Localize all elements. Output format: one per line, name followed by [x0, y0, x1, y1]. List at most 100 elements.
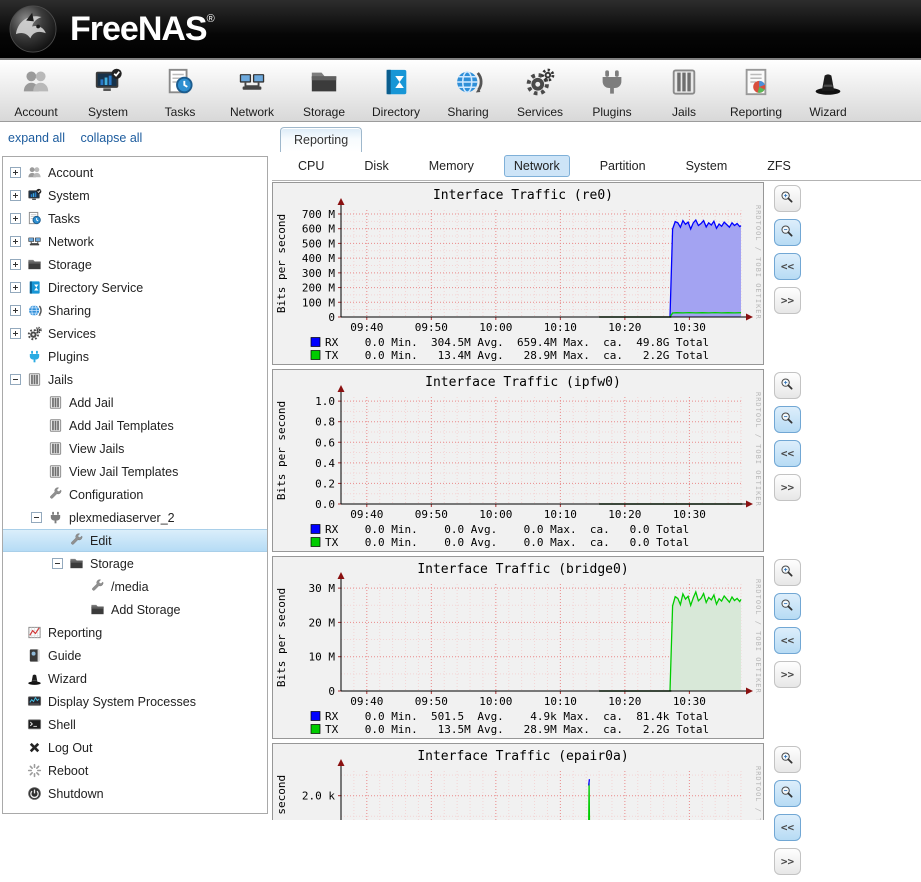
users-icon — [21, 67, 51, 102]
tree-item-sharing[interactable]: Sharing — [3, 299, 267, 322]
zoom-out-button-bridge0[interactable] — [774, 593, 801, 620]
tree-item-account[interactable]: Account — [3, 161, 267, 184]
toolbar-item-storage[interactable]: Storage — [288, 67, 360, 119]
zoom-out-button-ipfw0[interactable] — [774, 406, 801, 433]
step-back-button-re0[interactable]: << — [774, 253, 801, 280]
expander-plus-icon[interactable] — [10, 305, 21, 316]
expander-plus-icon[interactable] — [10, 328, 21, 339]
graph-panel-re0[interactable]: 09:4009:5010:0010:1010:2010:300100 M200 … — [272, 182, 764, 365]
tab-bar: Reporting — [272, 122, 921, 152]
zoom-out-button-re0[interactable] — [774, 219, 801, 246]
tree-item-reporting[interactable]: Reporting — [3, 621, 267, 644]
tree-item-services[interactable]: Services — [3, 322, 267, 345]
subtab-system[interactable]: System — [676, 155, 738, 177]
tree-item-plugins[interactable]: Plugins — [3, 345, 267, 368]
rrd-graph-epair0a[interactable]: 09:4009:5010:0010:1010:2010:302.0 kInter… — [273, 744, 763, 820]
rrd-graph-bridge0[interactable]: 09:4009:5010:0010:1010:2010:30010 M20 M3… — [273, 557, 763, 738]
tree-item-tasks[interactable]: Tasks — [3, 207, 267, 230]
graph-panel-bridge0[interactable]: 09:4009:5010:0010:1010:2010:30010 M20 M3… — [272, 556, 764, 739]
toolbar-item-network[interactable]: Network — [216, 67, 288, 119]
expander-plus-icon[interactable] — [10, 190, 21, 201]
logout-icon — [27, 740, 42, 755]
toolbar-item-services[interactable]: Services — [504, 67, 576, 119]
toolbar-item-directory[interactable]: Directory — [360, 67, 432, 119]
toolbar-item-system[interactable]: System — [72, 67, 144, 119]
zoom-out-icon — [780, 598, 795, 616]
tree-item-label: /media — [111, 580, 149, 594]
tree-item-configuration[interactable]: Configuration — [3, 483, 267, 506]
expand-all-link[interactable]: expand all — [8, 131, 65, 145]
svg-text:TX 0.0 Min. 0.0 Avg.: TX 0.0 Min. 0.0 Avg. 0.0 Max. ca. 0.0 To… — [325, 536, 689, 549]
tree-item-add-jail-templates[interactable]: Add Jail Templates — [3, 414, 267, 437]
toolbar-item-tasks[interactable]: Tasks — [144, 67, 216, 119]
tree-item-guide[interactable]: Guide — [3, 644, 267, 667]
expander-plus-icon[interactable] — [10, 282, 21, 293]
tree-item-network[interactable]: Network — [3, 230, 267, 253]
toolbar-item-wizard[interactable]: Wizard — [792, 67, 864, 119]
step-forward-button-re0[interactable]: >> — [774, 287, 801, 314]
tree-item-jails[interactable]: Jails — [3, 368, 267, 391]
zoom-in-button-bridge0[interactable] — [774, 559, 801, 586]
tree-item-storage[interactable]: Storage — [3, 253, 267, 276]
graph-panel-epair0a[interactable]: 09:4009:5010:0010:1010:2010:302.0 kInter… — [272, 743, 764, 820]
zoom-out-icon — [780, 411, 795, 429]
step-forward-button-bridge0[interactable]: >> — [774, 661, 801, 688]
expander-plus-icon[interactable] — [10, 259, 21, 270]
tree-item-edit[interactable]: Edit — [3, 529, 267, 552]
tree-item-log-out[interactable]: Log Out — [3, 736, 267, 759]
step-forward-button-ipfw0[interactable]: >> — [774, 474, 801, 501]
graph-panel-ipfw0[interactable]: 09:4009:5010:0010:1010:2010:300.00.20.40… — [272, 369, 764, 552]
wizard-icon — [813, 67, 843, 102]
toolbar-item-plugins[interactable]: Plugins — [576, 67, 648, 119]
expander-minus-icon[interactable] — [31, 512, 42, 523]
subtab-memory[interactable]: Memory — [419, 155, 484, 177]
tree-item-directory-service[interactable]: Directory Service — [3, 276, 267, 299]
step-back-button-ipfw0[interactable]: << — [774, 440, 801, 467]
services-icon — [27, 326, 42, 341]
tree-item-plexmediaserver-2[interactable]: plexmediaserver_2 — [3, 506, 267, 529]
rrd-graph-re0[interactable]: 09:4009:5010:0010:1010:2010:300100 M200 … — [273, 183, 763, 364]
tree-item-view-jails[interactable]: View Jails — [3, 437, 267, 460]
tree-item-shutdown[interactable]: Shutdown — [3, 782, 267, 805]
tree-item-label: Add Storage — [111, 603, 181, 617]
expander-minus-icon[interactable] — [52, 558, 63, 569]
tree-item-view-jail-templates[interactable]: View Jail Templates — [3, 460, 267, 483]
zoom-in-button-epair0a[interactable] — [774, 746, 801, 773]
toolbar-item-sharing[interactable]: Sharing — [432, 67, 504, 119]
subtab-cpu[interactable]: CPU — [288, 155, 334, 177]
expander-plus-icon[interactable] — [10, 213, 21, 224]
zoom-out-button-epair0a[interactable] — [774, 780, 801, 807]
tree-item-system[interactable]: System — [3, 184, 267, 207]
tree-item-label: Storage — [90, 557, 134, 571]
tree-item-storage[interactable]: Storage — [3, 552, 267, 575]
tree-item-reboot[interactable]: Reboot — [3, 759, 267, 782]
tree-item-add-jail[interactable]: Add Jail — [3, 391, 267, 414]
toolbar-item-account[interactable]: Account — [0, 67, 72, 119]
collapse-all-link[interactable]: collapse all — [80, 131, 142, 145]
tree-item-shell[interactable]: Shell — [3, 713, 267, 736]
expander-minus-icon[interactable] — [10, 374, 21, 385]
shutdown-icon — [27, 786, 42, 801]
subtab-zfs[interactable]: ZFS — [757, 155, 801, 177]
step-back-button-epair0a[interactable]: << — [774, 814, 801, 841]
step-forward-button-epair0a[interactable]: >> — [774, 848, 801, 875]
expander-plus-icon[interactable] — [10, 167, 21, 178]
step-back-button-bridge0[interactable]: << — [774, 627, 801, 654]
rrd-graph-ipfw0[interactable]: 09:4009:5010:0010:1010:2010:300.00.20.40… — [273, 370, 763, 551]
svg-text:700 M: 700 M — [302, 208, 335, 221]
toolbar-item-reporting[interactable]: Reporting — [720, 67, 792, 119]
subtab-network[interactable]: Network — [504, 155, 570, 177]
zoom-in-button-ipfw0[interactable] — [774, 372, 801, 399]
storage-icon — [309, 67, 339, 102]
zoom-in-button-re0[interactable] — [774, 185, 801, 212]
expander-plus-icon[interactable] — [10, 236, 21, 247]
tree-item-display-system-processes[interactable]: Display System Processes — [3, 690, 267, 713]
tab-reporting[interactable]: Reporting — [280, 127, 362, 152]
tree-item-wizard[interactable]: Wizard — [3, 667, 267, 690]
subtab-disk[interactable]: Disk — [354, 155, 398, 177]
subtab-partition[interactable]: Partition — [590, 155, 656, 177]
tree-item-add-storage[interactable]: Add Storage — [3, 598, 267, 621]
tree-item-media[interactable]: /media — [3, 575, 267, 598]
directory-icon — [27, 280, 42, 295]
toolbar-item-jails[interactable]: Jails — [648, 67, 720, 119]
